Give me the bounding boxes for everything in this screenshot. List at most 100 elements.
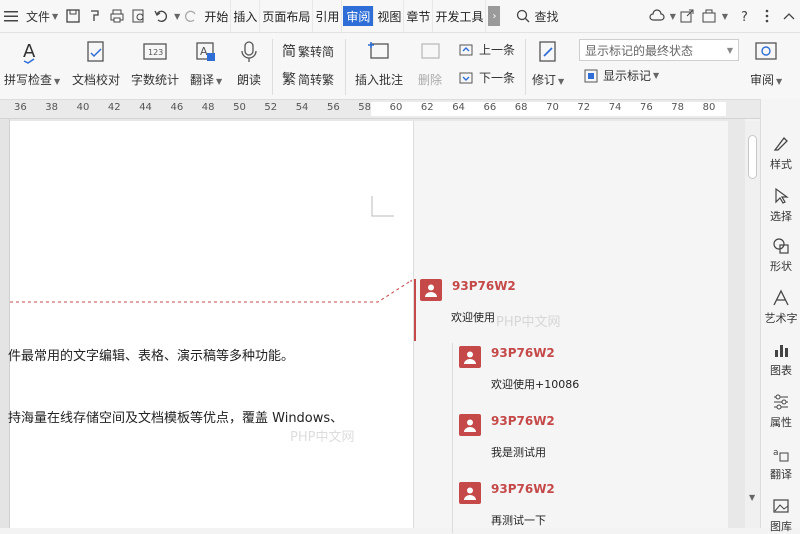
comment-text: 欢迎使用 (451, 311, 495, 324)
ruler-tick-label: 72 (577, 102, 591, 113)
share-icon[interactable] (676, 0, 698, 32)
preview-icon[interactable] (128, 0, 150, 32)
chevron-down-icon: ▼ (726, 45, 733, 55)
tab-view[interactable]: 视图 (375, 0, 405, 32)
side-item-gallery[interactable]: 图库 (761, 497, 800, 534)
tab-references[interactable]: 引用 (313, 0, 343, 32)
search-button[interactable]: 查找 (516, 8, 558, 25)
simp-to-trad-button[interactable]: 繁 简转繁 (282, 69, 334, 89)
svg-text:A: A (23, 41, 36, 62)
review-pane-button[interactable]: 审阅 ▼ (750, 33, 782, 88)
scroll-down-icon[interactable]: ▼ (749, 493, 755, 502)
print-icon[interactable] (106, 0, 128, 32)
ruler-tick-label: 62 (420, 102, 434, 113)
tab-review[interactable]: 审阅 (343, 6, 375, 26)
image-gallery-icon (773, 499, 789, 513)
trad-to-simp-icon: 简 (282, 44, 296, 60)
ribbon-divider (345, 39, 346, 95)
insert-comment-icon (365, 39, 393, 65)
side-item-properties[interactable]: 属性 (761, 393, 800, 430)
svg-text:?: ? (741, 10, 748, 23)
tab-developer[interactable]: 开发工具 (433, 0, 487, 32)
help-icon[interactable]: ? (734, 0, 756, 32)
ruler-tick-label: 60 (389, 102, 403, 113)
comment-anchor-line (10, 279, 413, 303)
vertical-ruler[interactable] (0, 119, 10, 528)
watermark: PHP中文网 (496, 315, 561, 330)
translate-button[interactable]: A 翻译 ▼ (190, 33, 222, 88)
more-tabs-icon[interactable]: › (488, 6, 501, 26)
brush-icon[interactable] (84, 0, 106, 32)
hamburger-icon[interactable] (0, 0, 22, 32)
doc-proof-button[interactable]: 文档校对 (72, 33, 120, 88)
ruler-tick-label: 36 (14, 102, 27, 113)
tab-chapter[interactable]: 章节 (404, 0, 434, 32)
comment-text: 我是测试用 (491, 446, 546, 459)
insert-comment-button[interactable]: 插入批注 (355, 33, 403, 88)
side-panel: 样式 选择 形状 艺术字 图表 属性 a 翻译 图库 (760, 99, 800, 533)
undo-icon[interactable] (150, 0, 172, 32)
spell-check-button[interactable]: A 拼写检查 ▼ (4, 33, 60, 88)
comment-pane: 93P76W2 欢迎使用 PHP中文网 93P76W2 欢迎使用+10086 9… (410, 121, 728, 533)
simp-to-trad-icon: 繁 (282, 72, 296, 88)
side-item-select[interactable]: 选择 (761, 187, 800, 224)
side-item-label: 翻译 (770, 468, 792, 481)
translate-label: 翻译 (190, 73, 215, 87)
scrollbar-thumb[interactable] (748, 135, 757, 179)
ribbon-divider (272, 39, 273, 95)
ruler-tick-label: 50 (233, 102, 246, 113)
tab-page-layout[interactable]: 页面布局 (260, 0, 314, 32)
cloud-icon[interactable] (646, 0, 668, 32)
side-item-styles[interactable]: 样式 (761, 135, 800, 172)
tools-icon[interactable] (698, 0, 720, 32)
ruler-tick-label: 54 (295, 102, 309, 113)
collapse-ribbon-icon[interactable] (778, 0, 800, 32)
document-page[interactable]: 件最常用的文字编辑、表格、演示稿等多种功能。 持海量在线存储空间及文档模板等优点… (8, 121, 413, 528)
word-count-label: 字数统计 (131, 73, 180, 87)
vertical-scrollbar[interactable]: ▼ (745, 121, 760, 528)
document-paragraph[interactable]: 件最常用的文字编辑、表格、演示稿等多种功能。 (8, 345, 294, 364)
comment-text: 再测试一下 (491, 514, 546, 527)
microphone-icon (235, 39, 263, 65)
svg-text:123: 123 (148, 48, 163, 57)
trad-to-simp-label: 繁转简 (298, 44, 335, 59)
tab-home[interactable]: 开始 (202, 0, 232, 32)
horizontal-ruler[interactable]: 36 38 40 42 44 46 48 50 52 54 56 58 60 62 64 66 68 70 72 74… (0, 100, 760, 119)
tab-insert[interactable]: 插入 (231, 0, 261, 32)
translate-icon: a (773, 448, 789, 462)
side-item-chart[interactable]: 图表 (761, 341, 800, 378)
side-item-translate[interactable]: a 翻译 (761, 445, 800, 482)
more-options-icon[interactable] (756, 0, 778, 32)
prev-item-icon (459, 44, 473, 55)
ruler-tick-label: 66 (483, 102, 497, 113)
track-changes-button[interactable]: 修订 ▼ (532, 33, 564, 88)
ruler-tick-label: 80 (702, 102, 716, 113)
word-count-button[interactable]: 123 字数统计 (131, 33, 179, 88)
next-item-button[interactable]: 下一条 (458, 69, 515, 86)
side-item-label: 选择 (770, 210, 792, 223)
side-item-shapes[interactable]: 形状 (761, 237, 800, 274)
document-paragraph[interactable]: 持海量在线存储空间及文档模板等优点，覆盖 Windows、 (8, 407, 343, 426)
read-aloud-button[interactable]: 朗读 (235, 33, 263, 88)
review-pane-label: 审阅 (750, 73, 775, 87)
side-item-wordart[interactable]: 艺术字 (761, 289, 800, 326)
show-markup-button[interactable]: 显示标记 ▼ (583, 67, 659, 84)
title-bar: 文件 ▼ ▼ 开始 插入 页面布局 引用 审阅 视图 章节 开发工具 › 查找 … (0, 0, 800, 33)
file-menu[interactable]: 文件 ▼ (22, 0, 62, 32)
tools-dropdown-icon[interactable]: ▼ (722, 12, 728, 21)
prev-item-button[interactable]: 上一条 (458, 41, 515, 58)
svg-text:A: A (200, 45, 208, 58)
display-mode-select[interactable]: 显示标记的最终状态 ▼ (579, 39, 739, 61)
comment-text: 欢迎使用+10086 (491, 378, 580, 391)
delete-comment-button[interactable]: 删除 (416, 33, 444, 88)
ruler-tick-label: 38 (45, 102, 59, 113)
ruler-tick-label: 44 (139, 102, 152, 113)
redo-icon[interactable] (180, 0, 202, 32)
side-item-label: 图表 (770, 364, 792, 377)
trad-to-simp-button[interactable]: 简 繁转简 (282, 41, 334, 61)
file-menu-label: 文件 (26, 9, 51, 24)
watermark: PHP中文网 (290, 430, 355, 445)
next-item-label: 下一条 (479, 71, 516, 85)
side-item-label: 形状 (770, 260, 792, 273)
save-icon[interactable] (62, 0, 84, 32)
